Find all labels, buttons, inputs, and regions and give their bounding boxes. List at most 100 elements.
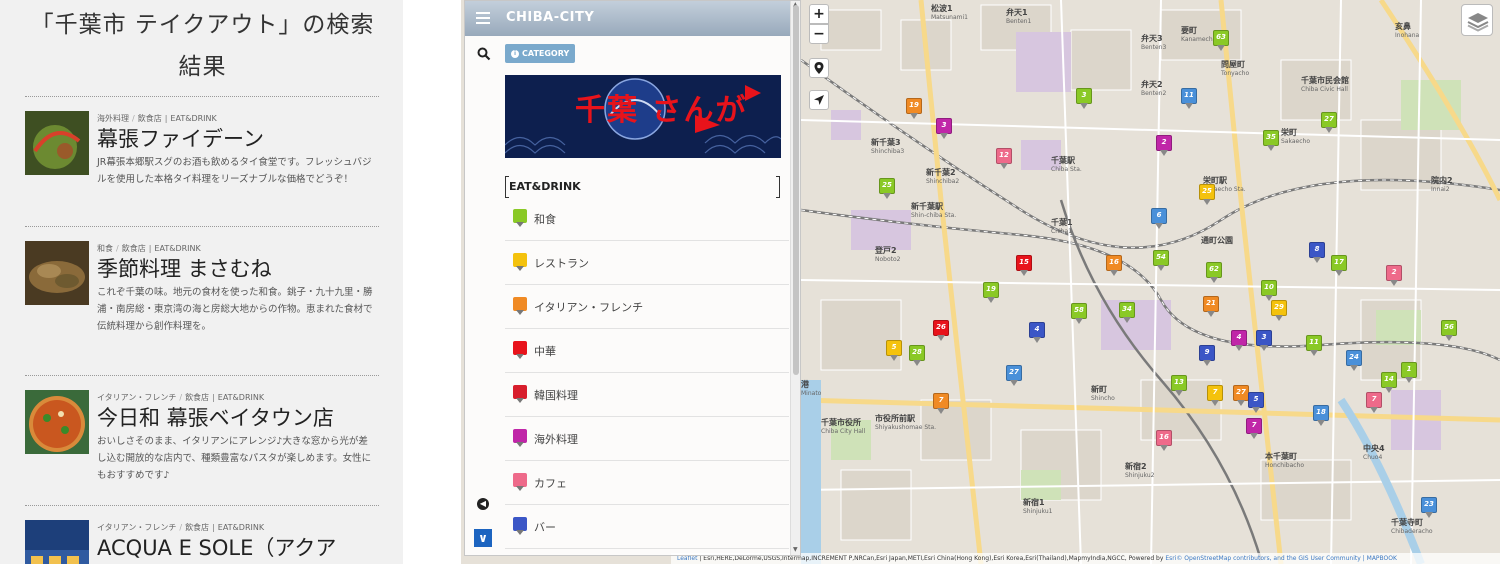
- map-marker[interactable]: 5: [1248, 392, 1264, 414]
- marker-number: 7: [1251, 421, 1257, 429]
- result-thumbnail[interactable]: [25, 111, 89, 175]
- category-item[interactable]: 和食: [505, 197, 789, 241]
- map-marker[interactable]: 27: [1006, 365, 1022, 387]
- category-item[interactable]: バー: [505, 505, 789, 549]
- map-marker[interactable]: 6: [1151, 208, 1167, 230]
- map-marker[interactable]: 12: [996, 148, 1012, 170]
- map-marker[interactable]: 27: [1321, 112, 1337, 134]
- map-marker[interactable]: 35: [1263, 130, 1279, 152]
- scroll-down-arrow-icon[interactable]: ▼: [793, 546, 798, 553]
- map-marker[interactable]: 18: [1313, 405, 1329, 427]
- map-marker[interactable]: 10: [1261, 280, 1277, 302]
- category-tag[interactable]: イタリアン・フレンチ: [97, 393, 176, 402]
- map-marker[interactable]: 3: [1076, 88, 1092, 110]
- map-marker[interactable]: 1: [1401, 362, 1417, 384]
- map-marker[interactable]: 14: [1381, 372, 1397, 394]
- category-tag[interactable]: イタリアン・フレンチ: [97, 523, 176, 532]
- map-marker[interactable]: 7: [1366, 392, 1382, 414]
- map-marker[interactable]: 7: [933, 393, 949, 415]
- category-item[interactable]: 海外料理: [505, 417, 789, 461]
- scroll-thumb[interactable]: [793, 5, 799, 375]
- navigate-button[interactable]: [809, 90, 829, 110]
- result-item[interactable]: 和食 / 飲食店 | EAT&DRINK 季節料理 まさむね これぞ千葉の味。地元の食材…: [25, 226, 379, 332]
- category-tag[interactable]: 海外料理: [97, 114, 129, 123]
- map-marker[interactable]: 58: [1071, 303, 1087, 325]
- map-marker[interactable]: 3: [1256, 330, 1272, 352]
- panel-scrollbar[interactable]: ▲ ▼: [790, 1, 800, 555]
- map-marker[interactable]: 5: [886, 340, 902, 362]
- esri-link[interactable]: Esri: [1165, 555, 1176, 562]
- category-tag[interactable]: 和食: [97, 244, 113, 253]
- map-marker[interactable]: 27: [1233, 385, 1249, 407]
- zoom-in-button[interactable]: +: [809, 4, 829, 24]
- osm-link[interactable]: © OpenStreetMap contributors, and the GI…: [1176, 555, 1360, 562]
- result-name[interactable]: 幕張ファイデーン: [97, 124, 264, 154]
- map-marker[interactable]: 2: [1386, 265, 1402, 287]
- result-item[interactable]: イタリアン・フレンチ / 飲食店 | EAT&DRINK 今日和 幕張ベイタウン店 おい…: [25, 375, 379, 481]
- category-item[interactable]: 韓国料理: [505, 373, 789, 417]
- category-item[interactable]: イタリアン・フレンチ: [505, 285, 789, 329]
- layers-button[interactable]: [1461, 4, 1493, 36]
- category-tag[interactable]: EAT&DRINK: [218, 523, 264, 532]
- map-marker[interactable]: 16: [1106, 255, 1122, 277]
- result-thumbnail[interactable]: [25, 241, 89, 305]
- map-marker[interactable]: 11: [1181, 88, 1197, 110]
- map-marker[interactable]: 25: [879, 178, 895, 200]
- map-marker[interactable]: 4: [1231, 330, 1247, 352]
- category-item[interactable]: レストラン: [505, 241, 789, 285]
- map-marker[interactable]: 4: [1029, 322, 1045, 344]
- map-marker[interactable]: 34: [1119, 302, 1135, 324]
- map-marker[interactable]: 8: [1309, 242, 1325, 264]
- leaflet-link[interactable]: Leaflet: [677, 555, 697, 562]
- result-item[interactable]: 海外料理 / 飲食店 | EAT&DRINK 幕張ファイデーン JR幕張本郷駅スグのお酒…: [25, 96, 379, 185]
- map-marker[interactable]: 19: [906, 98, 922, 120]
- zoom-out-button[interactable]: −: [809, 24, 829, 44]
- map-marker[interactable]: 54: [1153, 250, 1169, 272]
- back-arrow-icon[interactable]: ◀: [477, 498, 489, 510]
- map-marker[interactable]: 62: [1206, 262, 1222, 284]
- map-marker[interactable]: 13: [1171, 375, 1187, 397]
- map-marker[interactable]: 19: [983, 282, 999, 304]
- category-chip[interactable]: i CATEGORY: [505, 44, 575, 63]
- category-item[interactable]: カフェ: [505, 461, 789, 505]
- category-tag[interactable]: 飲食店: [138, 114, 162, 123]
- result-name[interactable]: 今日和 幕張ベイタウン店: [97, 403, 334, 433]
- map-marker[interactable]: 17: [1331, 255, 1347, 277]
- category-tag[interactable]: 飲食店: [185, 523, 209, 532]
- map-marker[interactable]: 11: [1306, 335, 1322, 357]
- map-marker[interactable]: 26: [933, 320, 949, 342]
- map-marker[interactable]: 3: [936, 118, 952, 140]
- map-marker[interactable]: 28: [909, 345, 925, 367]
- category-tag[interactable]: 飲食店: [122, 244, 146, 253]
- collapse-panel-icon[interactable]: ∨: [474, 529, 492, 547]
- category-item[interactable]: 中華: [505, 329, 789, 373]
- result-thumbnail[interactable]: [25, 520, 89, 564]
- map-marker[interactable]: 21: [1203, 296, 1219, 318]
- locate-button[interactable]: [809, 58, 829, 78]
- map-marker[interactable]: 7: [1207, 385, 1223, 407]
- category-tag[interactable]: EAT&DRINK: [170, 114, 216, 123]
- result-name[interactable]: 季節料理 まさむね: [97, 254, 272, 284]
- map-marker[interactable]: 63: [1213, 30, 1229, 52]
- mapbook-link[interactable]: | MAPBOOK: [1361, 555, 1397, 562]
- map-marker[interactable]: 23: [1421, 497, 1437, 519]
- promo-banner[interactable]: 千葉 さんが: [505, 75, 781, 158]
- category-tag[interactable]: EAT&DRINK: [218, 393, 264, 402]
- search-icon[interactable]: [477, 47, 491, 61]
- map-marker[interactable]: 25: [1199, 184, 1215, 206]
- map-marker[interactable]: 15: [1016, 255, 1032, 277]
- result-name[interactable]: ACQUA E SOLE（アクア: [97, 533, 336, 563]
- map-marker[interactable]: 7: [1246, 418, 1262, 440]
- marker-number: 58: [1074, 306, 1084, 314]
- result-item[interactable]: イタリアン・フレンチ / 飲食店 | EAT&DRINK ACQUA E SOLE（アク…: [25, 505, 379, 564]
- map-marker[interactable]: 2: [1156, 135, 1172, 157]
- category-tag[interactable]: 飲食店: [185, 393, 209, 402]
- category-tag[interactable]: EAT&DRINK: [154, 244, 200, 253]
- map-marker[interactable]: 24: [1346, 350, 1362, 372]
- map-marker[interactable]: 16: [1156, 430, 1172, 452]
- map-marker[interactable]: 56: [1441, 320, 1457, 342]
- hamburger-menu-icon[interactable]: [476, 12, 490, 24]
- map-marker[interactable]: 9: [1199, 345, 1215, 367]
- map-marker[interactable]: 29: [1271, 300, 1287, 322]
- result-thumbnail[interactable]: [25, 390, 89, 454]
